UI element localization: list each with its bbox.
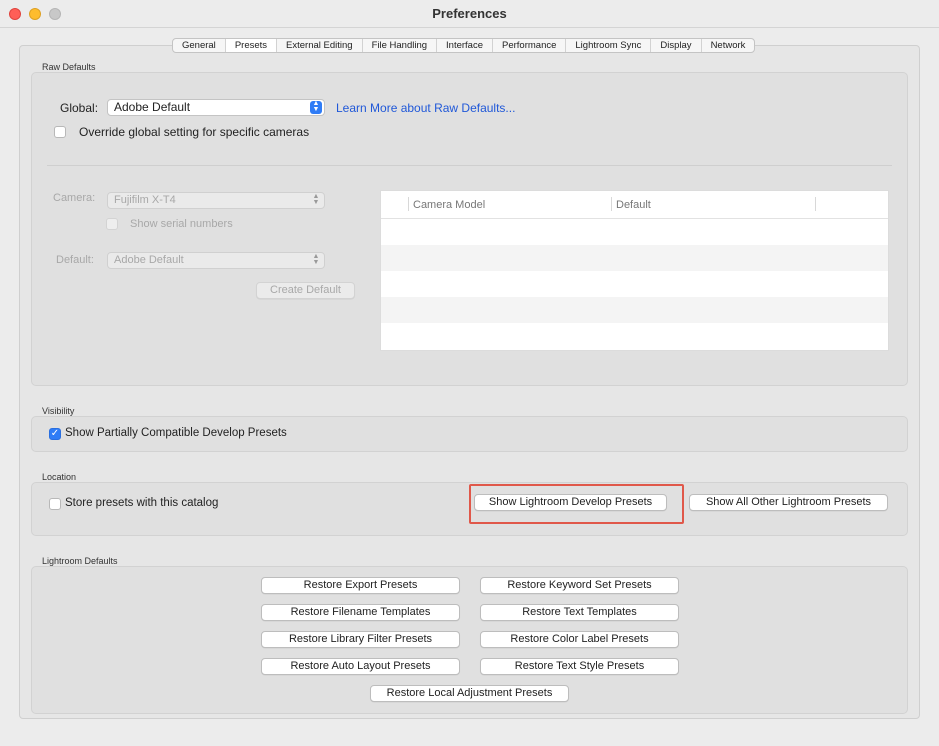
raw-defaults-section-label: Raw Defaults <box>42 62 96 72</box>
chevron-updown-icon: ▲ ▼ <box>312 253 320 266</box>
highlight-box <box>469 484 684 524</box>
camera-select[interactable]: Fujifilm X-T4 ▲ ▼ <box>107 192 325 209</box>
title-bar: Preferences <box>0 0 939 28</box>
column-separator <box>611 197 612 211</box>
tab-display[interactable]: Display <box>651 39 702 52</box>
table-row[interactable] <box>381 245 888 271</box>
show-other-presets-button[interactable]: Show All Other Lightroom Presets <box>689 494 888 511</box>
column-header-default[interactable]: Default <box>616 199 651 211</box>
restore-library-filter-presets-button[interactable]: Restore Library Filter Presets <box>261 631 460 648</box>
visibility-section-label: Visibility <box>42 406 75 416</box>
restore-local-adjustment-presets-button[interactable]: Restore Local Adjustment Presets <box>370 685 569 702</box>
table-row[interactable] <box>381 297 888 323</box>
column-separator <box>408 197 409 211</box>
global-select[interactable]: Adobe Default ▲ ▼ <box>107 99 325 116</box>
chevron-updown-icon: ▲ ▼ <box>312 193 320 206</box>
camera-defaults-table: Camera Model Default <box>380 190 889 351</box>
tab-general[interactable]: General <box>173 39 226 52</box>
divider <box>47 165 892 166</box>
table-row[interactable] <box>381 271 888 297</box>
store-presets-checkbox[interactable] <box>49 498 61 510</box>
lightroom-defaults-section-label: Lightroom Defaults <box>42 556 118 566</box>
restore-keyword-set-presets-button[interactable]: Restore Keyword Set Presets <box>480 577 679 594</box>
learn-more-raw-defaults-link[interactable]: Learn More about Raw Defaults... <box>336 101 515 115</box>
restore-color-label-presets-button[interactable]: Restore Color Label Presets <box>480 631 679 648</box>
window-title: Preferences <box>432 6 507 21</box>
global-select-value: Adobe Default <box>114 100 191 114</box>
camera-select-value: Fujifilm X-T4 <box>114 194 176 206</box>
tab-external-editing[interactable]: External Editing <box>277 39 363 52</box>
column-separator <box>815 197 816 211</box>
override-global-label: Override global setting for specific cam… <box>79 125 310 139</box>
default-select-value: Adobe Default <box>114 254 184 266</box>
location-section-label: Location <box>42 472 77 482</box>
show-serial-numbers-label: Show serial numbers <box>130 218 233 230</box>
show-serial-numbers-checkbox[interactable] <box>106 218 118 230</box>
camera-label: Camera: <box>53 192 96 204</box>
checkmark-icon: ✓ <box>50 428 60 439</box>
table-row[interactable] <box>381 219 888 245</box>
tab-file-handling[interactable]: File Handling <box>363 39 438 52</box>
restore-text-templates-button[interactable]: Restore Text Templates <box>480 604 679 621</box>
tab-presets[interactable]: Presets <box>225 39 278 52</box>
global-label: Global: <box>60 101 99 115</box>
restore-export-presets-button[interactable]: Restore Export Presets <box>261 577 460 594</box>
tab-lightroom-sync[interactable]: Lightroom Sync <box>566 39 652 52</box>
column-header-camera-model[interactable]: Camera Model <box>413 199 485 211</box>
tab-interface[interactable]: Interface <box>437 39 493 52</box>
tab-performance[interactable]: Performance <box>493 39 567 52</box>
chevron-updown-icon: ▲ ▼ <box>310 100 322 114</box>
show-partial-presets-label: Show Partially Compatible Develop Preset… <box>65 427 287 439</box>
default-label: Default: <box>56 254 94 266</box>
default-select[interactable]: Adobe Default ▲ ▼ <box>107 252 325 269</box>
restore-auto-layout-presets-button[interactable]: Restore Auto Layout Presets <box>261 658 460 675</box>
table-header: Camera Model Default <box>381 191 888 219</box>
tab-bar: General Presets External Editing File Ha… <box>172 38 756 53</box>
tab-network[interactable]: Network <box>702 39 755 52</box>
create-default-button[interactable]: Create Default <box>256 282 355 299</box>
override-global-checkbox[interactable] <box>54 126 66 138</box>
show-partial-presets-checkbox[interactable]: ✓ <box>49 428 61 440</box>
restore-text-style-presets-button[interactable]: Restore Text Style Presets <box>480 658 679 675</box>
table-row[interactable] <box>381 323 888 349</box>
restore-filename-templates-button[interactable]: Restore Filename Templates <box>261 604 460 621</box>
store-presets-label: Store presets with this catalog <box>65 497 219 509</box>
